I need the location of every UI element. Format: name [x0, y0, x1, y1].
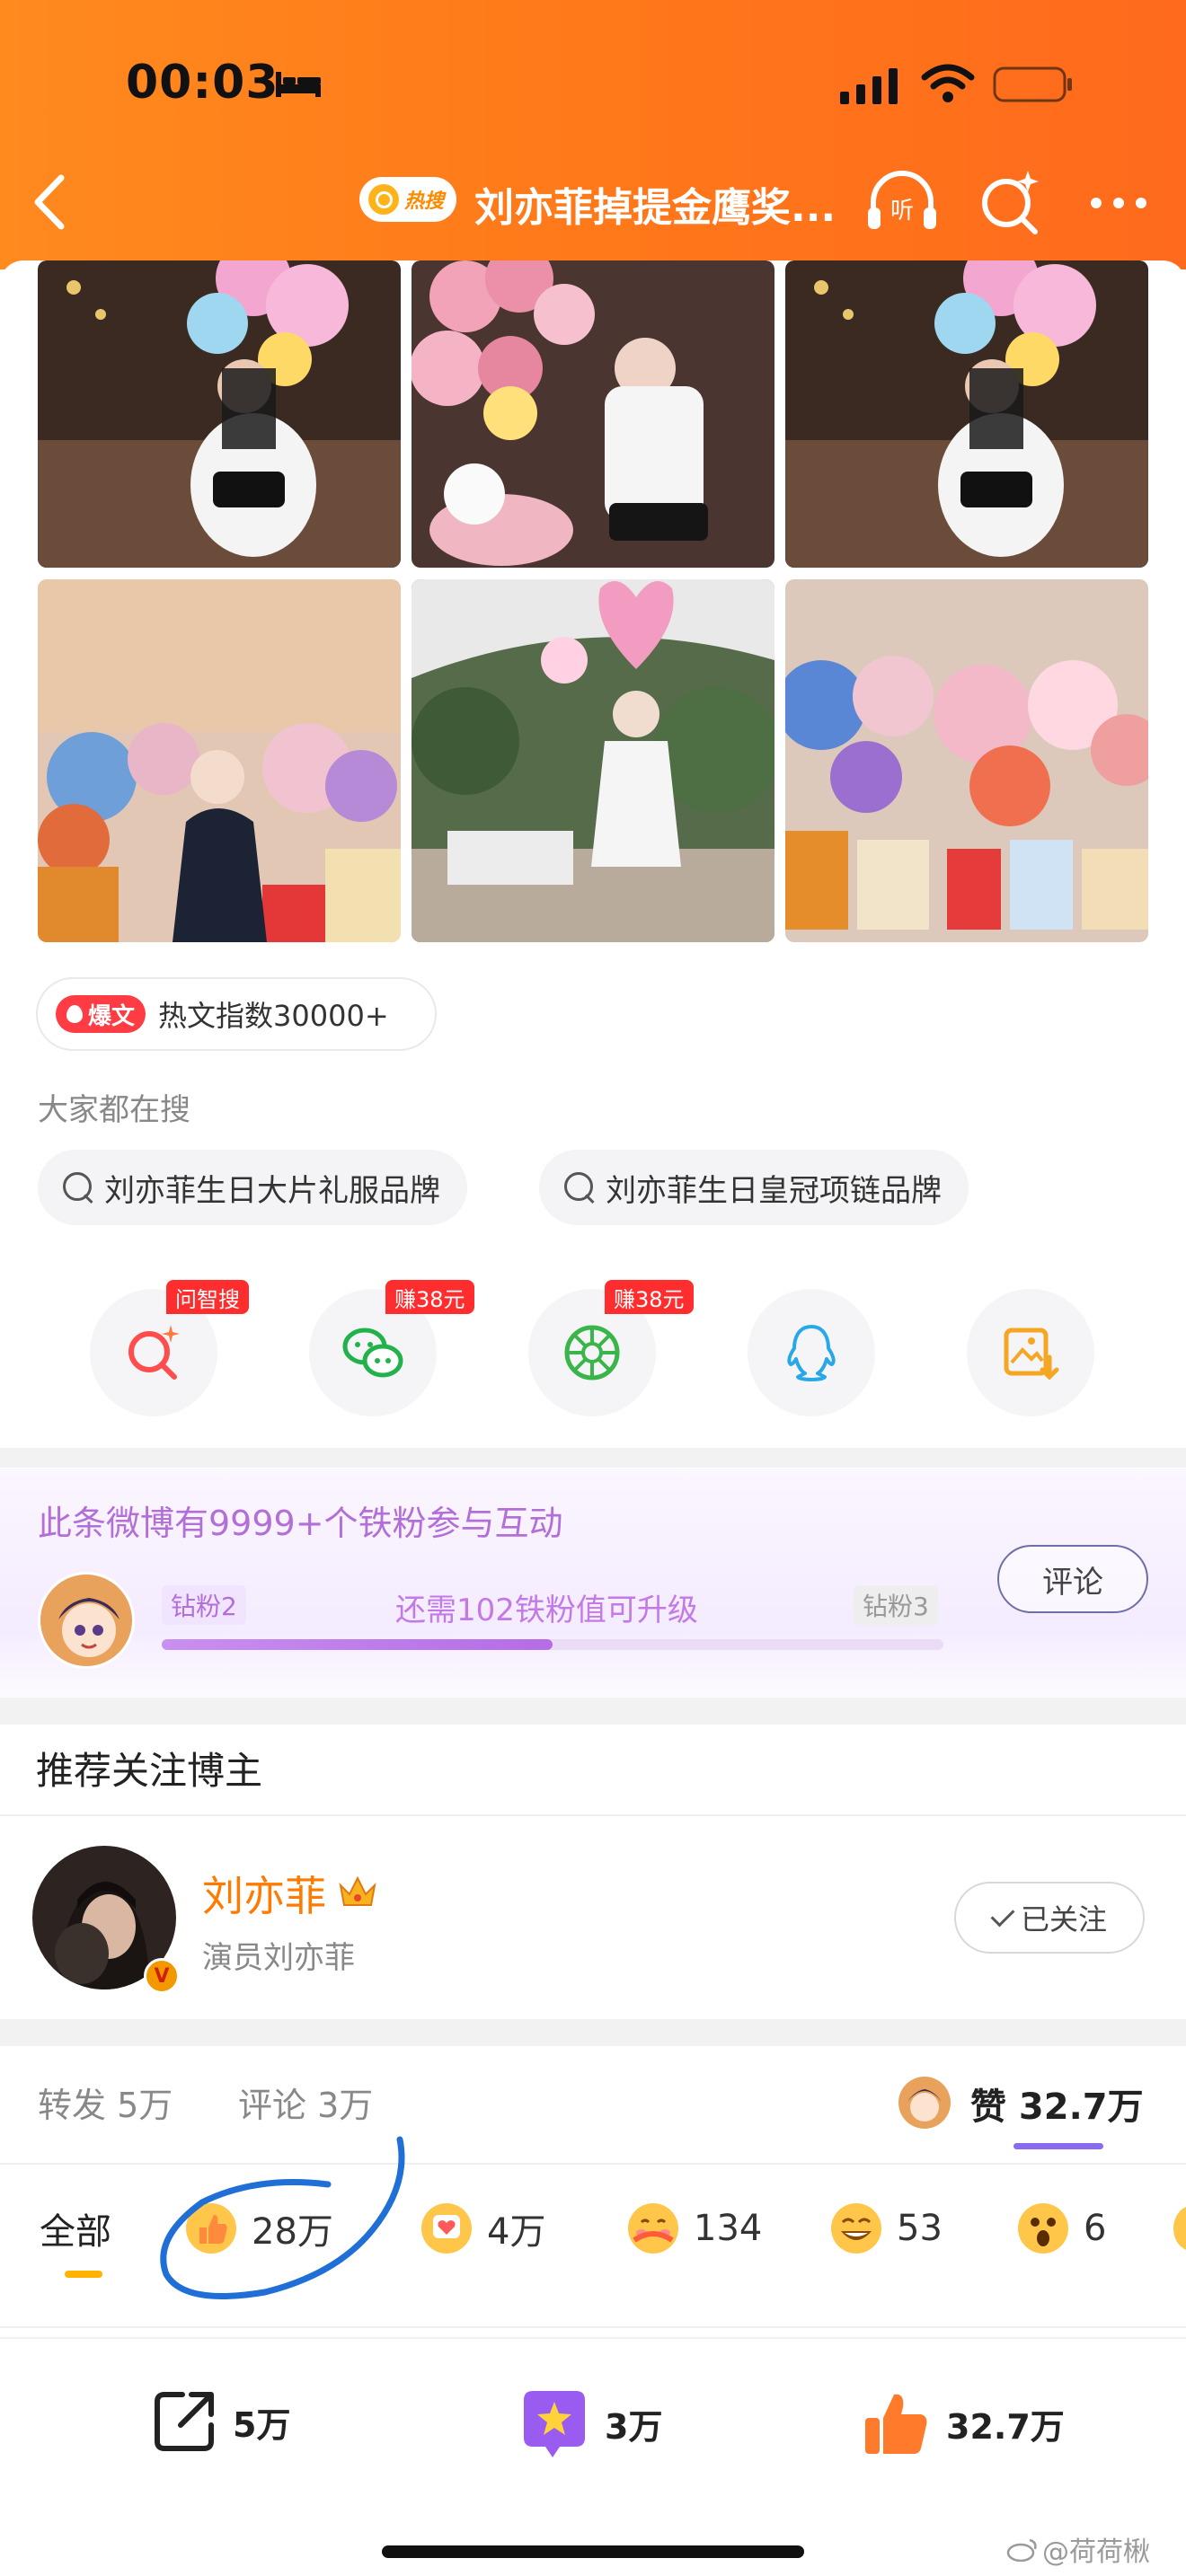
flame-icon [66, 1005, 83, 1023]
repost-tab[interactable]: 转发 5万 [38, 2078, 173, 2127]
post-photo-5[interactable] [412, 579, 774, 942]
search-section-label: 大家都在搜 [38, 1092, 190, 1128]
search-chip-1[interactable]: 刘亦菲生日大片礼服品牌 [38, 1150, 467, 1225]
share-wechat-button[interactable]: 赚38元 [309, 1280, 474, 1416]
battery-icon [993, 66, 1072, 102]
wifi-icon [921, 64, 975, 102]
hot-index-pill[interactable]: 爆文 热文指数30000+ [36, 977, 437, 1051]
status-time: 00:03 [126, 56, 279, 110]
post-photo-1[interactable] [38, 260, 401, 568]
cellular-signal-icon [840, 68, 898, 104]
share-ai-search-button[interactable]: 问智搜 [90, 1280, 249, 1416]
share-moments-button[interactable]: 赚38元 [528, 1280, 694, 1416]
repost-button[interactable]: 5万 [148, 2386, 290, 2457]
search-chip-2[interactable]: 刘亦菲生日皇冠项链品牌 [539, 1150, 969, 1225]
reaction-tab-all[interactable]: 全部 [40, 2202, 111, 2254]
comment-star-icon [524, 2391, 585, 2457]
watermark: @荷荷楸 [1006, 2529, 1150, 2569]
hug-icon [628, 2203, 678, 2254]
divider-line [0, 1814, 1186, 1816]
comment-tab[interactable]: 评论 3万 [238, 2078, 373, 2127]
share-badge: 赚38元 [385, 1280, 474, 1314]
level-up-hint: 还需102铁粉值可升级 [395, 1592, 698, 1628]
repost-icon [155, 2392, 214, 2451]
section-divider [0, 1448, 1186, 1468]
surprised-icon [1018, 2203, 1068, 2254]
crown-icon [339, 1875, 376, 1906]
heart-card-icon [421, 2203, 472, 2254]
sleep-mode-icon [276, 72, 321, 97]
like-button[interactable]: 32.7万 [858, 2386, 1065, 2461]
active-tab-indicator [65, 2271, 102, 2278]
home-indicator [382, 2545, 804, 2558]
share-badge: 问智搜 [166, 1280, 249, 1314]
search-icon [61, 1170, 95, 1204]
search-icon [562, 1170, 597, 1204]
fan-level-progress-fill [162, 1639, 553, 1650]
blogger-name[interactable]: 刘亦菲 [202, 1864, 326, 1923]
thumbs-up-icon [186, 2203, 236, 2254]
hot-badge-label: 爆文 [88, 1002, 136, 1030]
svg-text:听: 听 [890, 198, 914, 225]
reaction-tab-hug[interactable]: 134 [625, 2201, 762, 2256]
thumbs-up-icon [865, 2394, 927, 2454]
content-area: 爆文 热文指数30000+ 大家都在搜 刘亦菲生日大片礼服品牌 刘亦菲生日皇冠项… [0, 260, 1186, 2576]
header: 00:03 热搜 刘亦菲掉提金鹰奖... 听 [0, 0, 1186, 269]
verified-badge: V [144, 1958, 180, 1994]
hot-search-tag[interactable]: 热搜 [359, 177, 456, 222]
hot-index-text: 热文指数30000+ [158, 999, 389, 1033]
avatar [898, 2077, 951, 2129]
divider-line [0, 2163, 1186, 2165]
blogger-description: 演员刘亦菲 [202, 1940, 355, 1976]
post-photo-2[interactable] [412, 260, 774, 568]
avatar [38, 1572, 135, 1669]
current-fan-level: 钻粉2 [162, 1585, 246, 1625]
listen-headphones-icon[interactable]: 听 [864, 166, 940, 238]
moments-icon [564, 1325, 620, 1381]
section-divider [0, 1698, 1186, 1725]
share-qq-button[interactable] [748, 1289, 875, 1416]
divider-line [0, 2326, 1186, 2328]
reaction-tab-surprised[interactable]: 6 [1015, 2201, 1106, 2256]
comment-bar-button[interactable]: 3万 [517, 2386, 662, 2461]
active-tab-indicator [1013, 2143, 1103, 2149]
reaction-tab-laugh[interactable]: 53 [828, 2201, 943, 2256]
section-divider [0, 2019, 1186, 2046]
laugh-icon [831, 2203, 881, 2254]
page-title[interactable]: 刘亦菲掉提金鹰奖... [474, 175, 836, 233]
share-badge: 赚38元 [605, 1280, 694, 1314]
recommend-title: 推荐关注博主 [36, 1749, 263, 1793]
likes-tab[interactable]: 赞 32.7万 [970, 2078, 1144, 2130]
more-icon[interactable] [1087, 194, 1150, 212]
fan-level-progress [162, 1639, 943, 1650]
reaction-overflow-icon [1173, 2206, 1186, 2251]
hot-article-badge: 爆文 [56, 995, 146, 1033]
check-icon [990, 1902, 1015, 1928]
hot-tag-label: 热搜 [404, 190, 445, 213]
back-icon[interactable] [27, 171, 72, 234]
fans-interaction-card: 此条微博有9999+个铁粉参与互动 钻粉2 还需102铁粉值可升级 钻粉3 评论 [0, 1469, 1186, 1698]
weibo-logo-icon [1006, 2538, 1037, 2562]
reaction-tab-heart[interactable]: 4万 [419, 2201, 545, 2256]
qq-icon [787, 1325, 836, 1381]
wechat-icon [342, 1328, 403, 1378]
followed-button[interactable]: 已关注 [954, 1882, 1145, 1954]
post-photo-4[interactable] [38, 579, 401, 942]
post-photo-3[interactable] [785, 260, 1148, 568]
ai-search-icon [128, 1325, 180, 1380]
save-image-button[interactable] [967, 1289, 1094, 1416]
comment-button[interactable]: 评论 [997, 1545, 1148, 1613]
reaction-tab-like[interactable]: 28万 [183, 2201, 333, 2256]
bottom-action-bar: 5万 3万 32.7万 @荷荷楸 [0, 2337, 1186, 2576]
post-photo-6[interactable] [785, 579, 1148, 942]
ai-search-icon[interactable] [978, 169, 1044, 235]
save-image-icon [1004, 1328, 1059, 1381]
fans-card-title: 此条微博有9999+个铁粉参与互动 [38, 1504, 563, 1543]
next-fan-level: 钻粉3 [854, 1585, 938, 1625]
search-icon [368, 184, 399, 215]
